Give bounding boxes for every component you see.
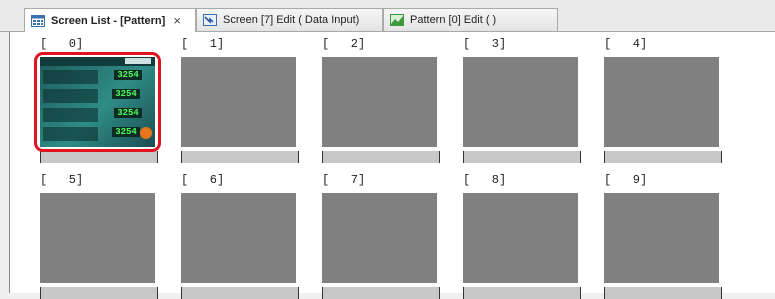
pattern-thumbnail[interactable]: 3254 3254 3254 3254: [40, 57, 155, 147]
pattern-name-bar: [604, 287, 722, 299]
tab-pattern-edit-label: Pattern [0] Edit ( ): [410, 14, 497, 26]
pattern-list-panel: [ 0] 3254 3254 3254 3254 [ 1] [ 2] [ 3]: [9, 32, 775, 299]
pattern-label: [ 4]: [604, 37, 648, 51]
tab-pattern-edit[interactable]: Pattern [0] Edit ( ): [383, 8, 558, 31]
pattern-thumbnail[interactable]: [463, 57, 578, 147]
pattern-thumbnail[interactable]: [604, 57, 719, 147]
tab-bar: Screen List - [Pattern] × Screen [7] Edi…: [0, 0, 775, 32]
pattern-item-6[interactable]: [ 6]: [181, 173, 301, 299]
preview-row: [43, 127, 98, 141]
pattern-item-1[interactable]: [ 1]: [181, 37, 301, 163]
preview-value: 3254: [112, 89, 140, 99]
pattern-name-bar: [181, 151, 299, 163]
pattern-name-bar: [40, 151, 158, 163]
tab-screen-edit-label: Screen [7] Edit ( Data Input): [223, 14, 360, 26]
tab-screen-list-label: Screen List - [Pattern]: [51, 14, 166, 27]
pattern-thumbnail[interactable]: [40, 193, 155, 283]
pattern-thumbnail[interactable]: [322, 57, 437, 147]
pattern-item-8[interactable]: [ 8]: [463, 173, 583, 299]
pattern-label: [ 0]: [40, 37, 84, 51]
pattern-name-bar: [181, 287, 299, 299]
close-icon[interactable]: ×: [173, 13, 181, 28]
pattern-name-bar: [322, 151, 440, 163]
preview-row: [43, 108, 98, 122]
preview-orange-button: [140, 127, 152, 139]
pattern-label: [ 6]: [181, 173, 225, 187]
tab-screen-edit[interactable]: Screen [7] Edit ( Data Input): [196, 8, 383, 31]
pattern-item-0[interactable]: [ 0] 3254 3254 3254 3254: [34, 37, 161, 163]
preview-value: 3254: [112, 127, 140, 137]
pattern-label: [ 2]: [322, 37, 366, 51]
preview-row: [43, 89, 98, 103]
preview-value: 3254: [114, 108, 142, 118]
preview-badge: [125, 58, 151, 64]
pattern-label: [ 3]: [463, 37, 507, 51]
pattern-label: [ 1]: [181, 37, 225, 51]
pattern-label: [ 9]: [604, 173, 648, 187]
pattern-name-bar: [604, 151, 722, 163]
tab-screen-list[interactable]: Screen List - [Pattern] ×: [24, 8, 196, 32]
pattern-name-bar: [322, 287, 440, 299]
pattern-edit-icon: [390, 14, 404, 26]
pattern-item-2[interactable]: [ 2]: [322, 37, 442, 163]
pattern-thumbnail[interactable]: [181, 57, 296, 147]
pattern-item-9[interactable]: [ 9]: [604, 173, 724, 299]
pattern-label: [ 5]: [40, 173, 84, 187]
pattern-item-5[interactable]: [ 5]: [40, 173, 160, 299]
pattern-thumbnail[interactable]: [604, 193, 719, 283]
pattern-name-bar: [463, 151, 581, 163]
pattern-label: [ 8]: [463, 173, 507, 187]
pattern-thumbnail[interactable]: [322, 193, 437, 283]
screen-edit-icon: [203, 14, 217, 26]
preview-value: 3254: [114, 70, 142, 80]
pattern-item-3[interactable]: [ 3]: [463, 37, 583, 163]
screen-list-icon: [31, 14, 45, 27]
pattern-label: [ 7]: [322, 173, 366, 187]
pattern-name-bar: [40, 287, 158, 299]
preview-row: [43, 70, 98, 84]
pattern-name-bar: [463, 287, 581, 299]
pattern-item-7[interactable]: [ 7]: [322, 173, 442, 299]
pattern-thumbnail[interactable]: [463, 193, 578, 283]
pattern-item-4[interactable]: [ 4]: [604, 37, 724, 163]
pattern-thumbnail[interactable]: [181, 193, 296, 283]
